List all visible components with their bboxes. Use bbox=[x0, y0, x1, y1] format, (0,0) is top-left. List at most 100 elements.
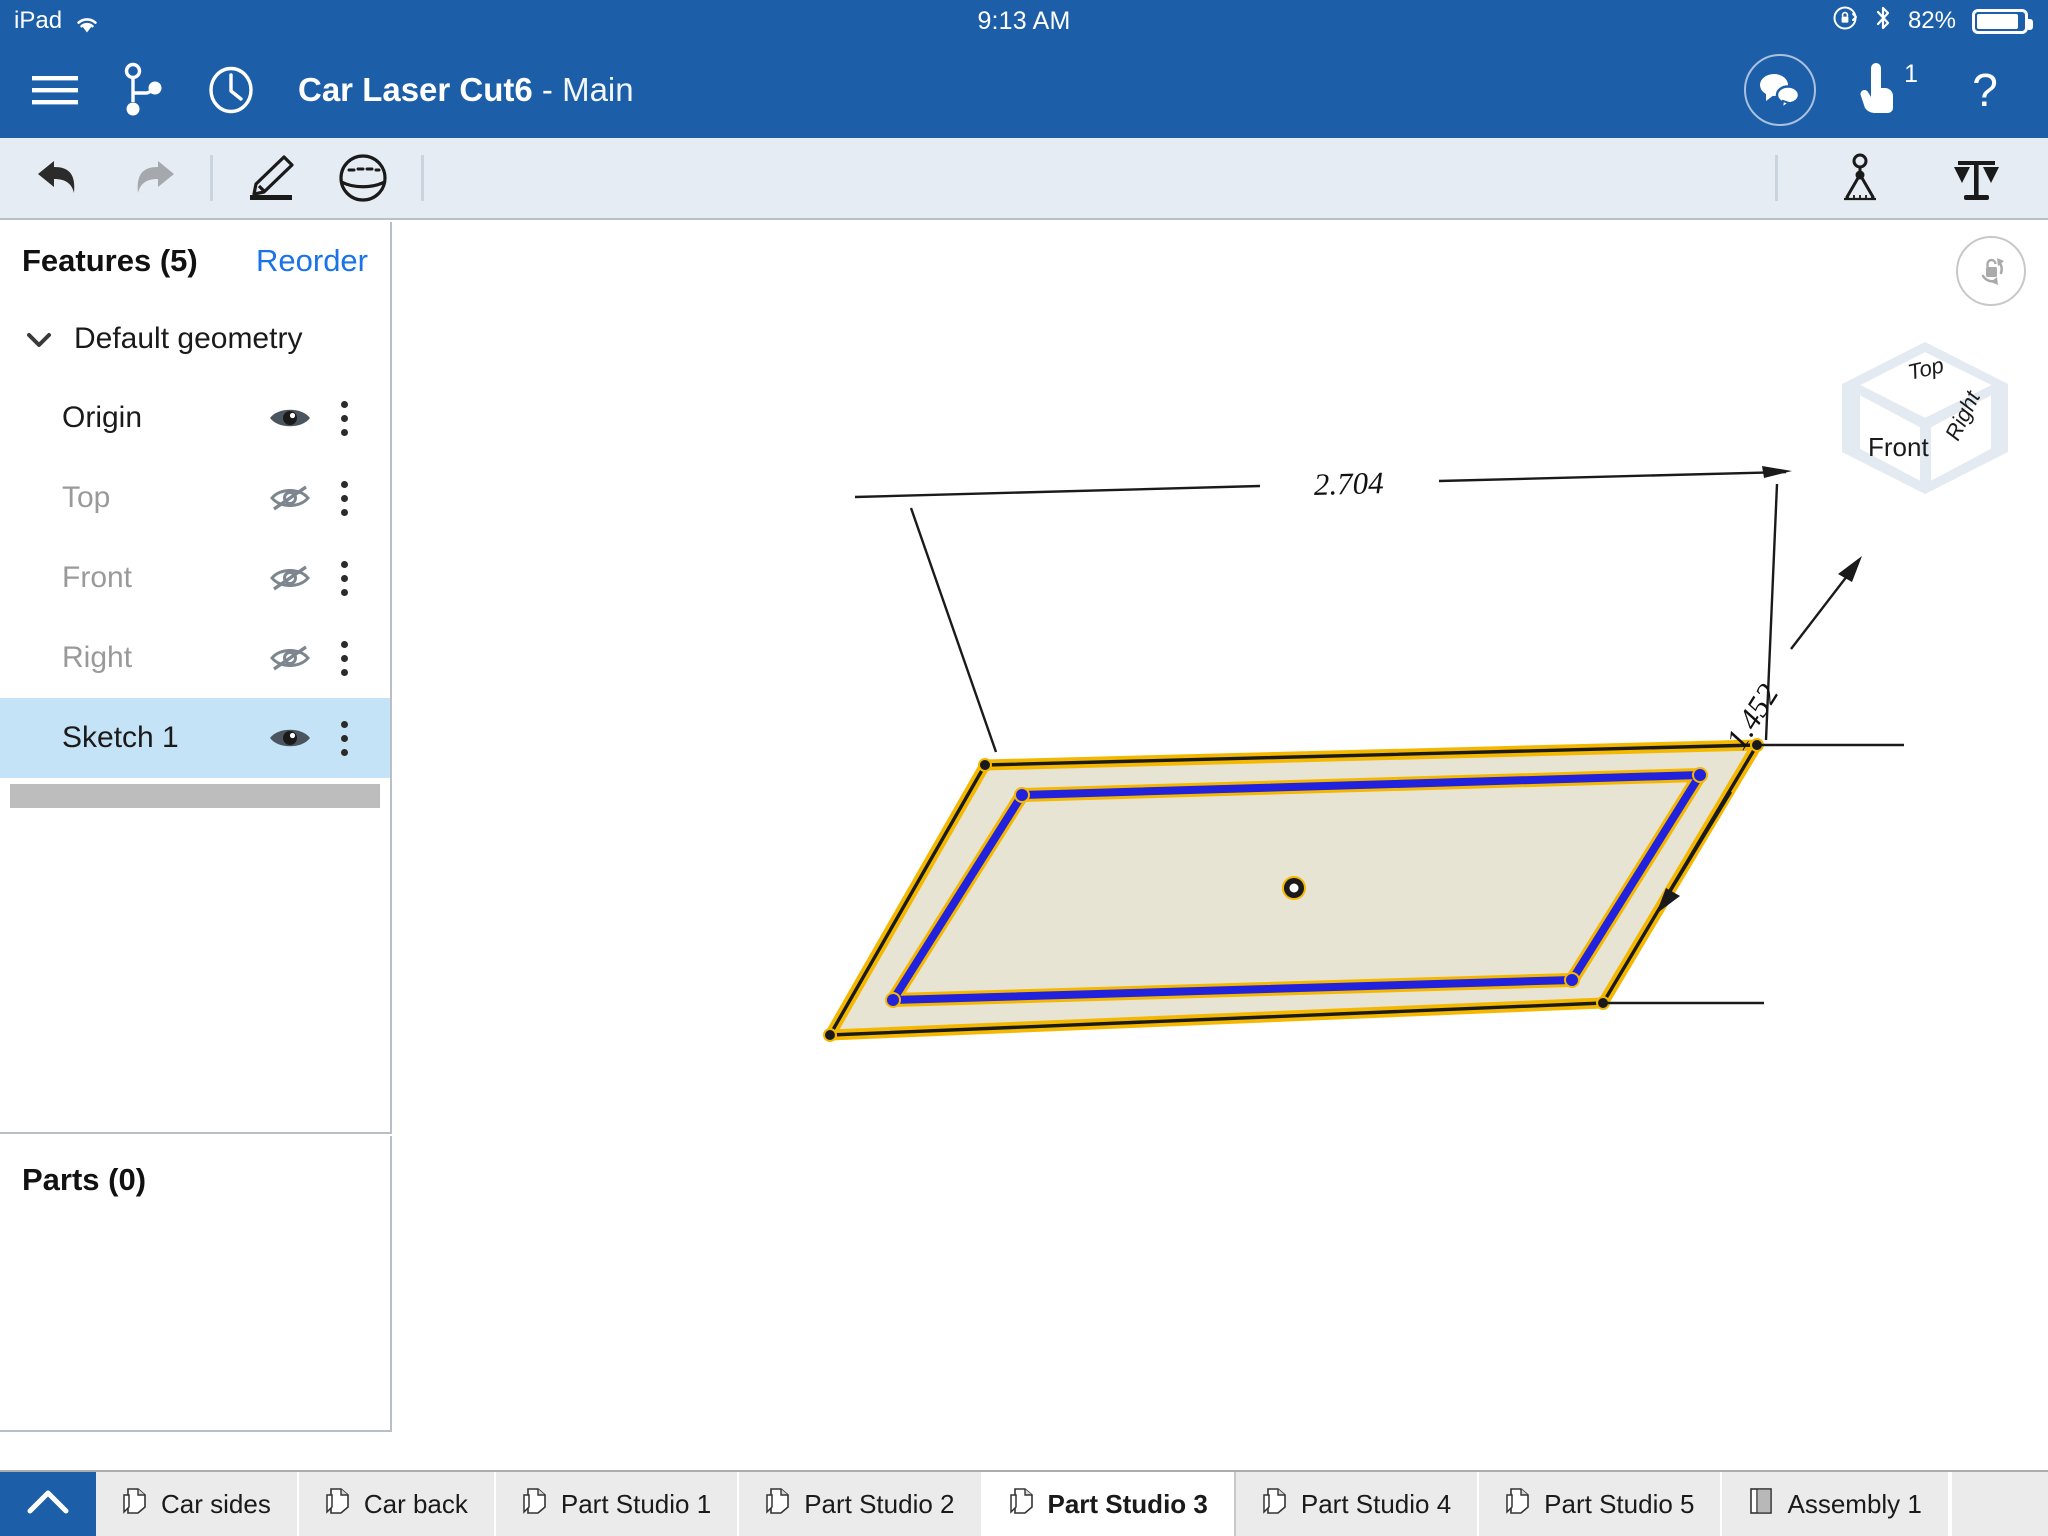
assembly-icon bbox=[1748, 1486, 1774, 1523]
balance-scale-icon[interactable] bbox=[1930, 137, 2022, 219]
eye-visible-icon[interactable] bbox=[264, 723, 316, 753]
tab-part-studio-1[interactable]: Part Studio 1 bbox=[495, 1472, 740, 1536]
hand-pointer-icon bbox=[1858, 62, 1902, 119]
tab-bar-filler bbox=[1949, 1472, 2048, 1536]
eye-hidden-icon[interactable] bbox=[264, 643, 316, 673]
chevron-down-icon bbox=[26, 332, 51, 347]
feature-label: Sketch 1 bbox=[62, 721, 179, 754]
status-bar-right: 82% bbox=[1832, 4, 2033, 39]
tab-label: Part Studio 1 bbox=[560, 1488, 712, 1519]
feature-row-front[interactable]: Front bbox=[0, 538, 390, 618]
kebab-menu-icon[interactable] bbox=[316, 480, 372, 516]
tab-car-back[interactable]: Car back bbox=[298, 1472, 496, 1536]
workspace-name: Main bbox=[562, 71, 634, 108]
tab-label: Assembly 1 bbox=[1787, 1488, 1922, 1519]
view-rotation-lock-button[interactable] bbox=[1956, 236, 2026, 306]
default-geometry-group[interactable]: Default geometry bbox=[0, 300, 390, 378]
document-title[interactable]: Car Laser Cut6 - Main bbox=[298, 71, 634, 109]
eye-hidden-icon[interactable] bbox=[264, 563, 316, 593]
toolbar-divider-3 bbox=[1775, 155, 1778, 201]
follow-mode-button[interactable]: 1 bbox=[1846, 54, 1918, 126]
features-panel-title: Features (5) bbox=[22, 243, 198, 278]
onshape-app-window: iPad 9:13 AM 82% Car Laser Cut6 - Main 1… bbox=[0, 0, 2048, 1536]
default-geometry-label: Default geometry bbox=[74, 322, 303, 355]
dimension-value-horizontal: 2.704 bbox=[1313, 465, 1384, 502]
feature-label: Top bbox=[62, 481, 111, 514]
part-studio-icon bbox=[1505, 1486, 1531, 1523]
sketch-pencil-icon[interactable] bbox=[225, 137, 317, 219]
eye-visible-icon[interactable] bbox=[264, 403, 316, 433]
tab-bar-expand-button[interactable] bbox=[0, 1472, 96, 1536]
hamburger-menu-icon[interactable] bbox=[14, 49, 96, 131]
parts-panel: Parts (0) bbox=[0, 1136, 392, 1432]
tab-label: Part Studio 2 bbox=[804, 1488, 955, 1519]
document-title-bar: Car Laser Cut6 - Main 1 ? bbox=[0, 42, 2048, 138]
title-bar-right-icons: 1 ? bbox=[1744, 49, 2026, 131]
tab-car-sides[interactable]: Car sides bbox=[96, 1472, 299, 1536]
compass-measure-icon[interactable] bbox=[1814, 137, 1906, 219]
kebab-menu-icon[interactable] bbox=[316, 720, 372, 756]
toolbar-right-group bbox=[1763, 137, 2022, 219]
view-cube-label-front: Front bbox=[1868, 432, 1929, 462]
sketch-graphics: 2.704 1.452 bbox=[823, 465, 1904, 1042]
battery-icon bbox=[1972, 8, 2033, 34]
feature-label: Front bbox=[62, 561, 133, 594]
feature-row-right[interactable]: Right bbox=[0, 618, 390, 698]
help-question-icon[interactable]: ? bbox=[1944, 49, 2026, 131]
branch-version-icon[interactable] bbox=[102, 49, 184, 131]
sketch-origin-point[interactable] bbox=[1282, 876, 1306, 900]
redo-arrow-icon bbox=[106, 137, 198, 219]
part-studio-icon bbox=[1009, 1486, 1035, 1523]
tab-label: Part Studio 4 bbox=[1300, 1488, 1452, 1519]
view-cube[interactable]: Top Front Right bbox=[1830, 332, 2020, 502]
kebab-menu-icon[interactable] bbox=[316, 560, 372, 596]
comments-icon[interactable] bbox=[1744, 54, 1816, 126]
sphere-surface-icon[interactable] bbox=[317, 137, 409, 219]
tab-assembly-1[interactable]: Assembly 1 bbox=[1722, 1472, 1950, 1536]
tab-label: Part Studio 3 bbox=[1047, 1488, 1208, 1519]
3d-viewport[interactable]: 2.704 1.452 Top Front Right bbox=[394, 222, 2048, 1470]
follow-count-badge: 1 bbox=[1904, 60, 1918, 88]
part-studio-icon bbox=[1262, 1486, 1288, 1523]
tab-label: Part Studio 5 bbox=[1544, 1488, 1695, 1519]
rotation-lock-view-icon bbox=[1969, 247, 2013, 296]
tab-label: Car sides bbox=[161, 1488, 271, 1519]
undo-arrow-icon[interactable] bbox=[14, 137, 106, 219]
parts-panel-title: Parts (0) bbox=[22, 1162, 147, 1197]
tab-part-studio-5[interactable]: Part Studio 5 bbox=[1479, 1472, 1723, 1536]
dimension-horizontal[interactable]: 2.704 bbox=[854, 465, 1792, 753]
toolbar-divider-2 bbox=[421, 155, 424, 201]
features-panel: Features (5) Reorder Default geometry Or… bbox=[0, 222, 392, 1134]
feature-row-origin[interactable]: Origin bbox=[0, 378, 390, 458]
status-bar-clock: 9:13 AM bbox=[977, 6, 1071, 35]
part-studio-icon bbox=[522, 1486, 548, 1523]
tab-part-studio-2[interactable]: Part Studio 2 bbox=[739, 1472, 983, 1536]
battery-percentage: 82% bbox=[1907, 7, 1956, 34]
part-studio-icon bbox=[765, 1486, 791, 1523]
feature-row-sketch-1[interactable]: Sketch 1 bbox=[0, 698, 390, 778]
reorder-button[interactable]: Reorder bbox=[256, 243, 368, 279]
kebab-menu-icon[interactable] bbox=[316, 640, 372, 676]
history-clock-icon[interactable] bbox=[190, 49, 272, 131]
feature-label: Right bbox=[62, 641, 133, 674]
tab-label: Car back bbox=[363, 1488, 468, 1519]
feature-label: Origin bbox=[62, 401, 143, 434]
chevron-up-icon bbox=[25, 1487, 71, 1522]
title-separator: - bbox=[532, 71, 563, 108]
title-bar-left-icons: Car Laser Cut6 - Main bbox=[0, 49, 634, 131]
eye-hidden-icon[interactable] bbox=[264, 483, 316, 513]
feature-row-top[interactable]: Top bbox=[0, 458, 390, 538]
tab-part-studio-4[interactable]: Part Studio 4 bbox=[1235, 1472, 1480, 1536]
features-panel-header: Features (5) Reorder bbox=[0, 222, 390, 300]
kebab-menu-icon[interactable] bbox=[316, 400, 372, 436]
part-studio-icon bbox=[325, 1486, 351, 1523]
rotation-lock-icon bbox=[1832, 5, 1858, 38]
bluetooth-icon bbox=[1874, 4, 1892, 39]
tab-part-studio-3[interactable]: Part Studio 3 bbox=[982, 1472, 1236, 1536]
part-studio-icon bbox=[122, 1486, 148, 1523]
feature-toolbar bbox=[0, 138, 2048, 220]
document-name: Car Laser Cut6 bbox=[298, 71, 533, 108]
document-tab-bar: Car sides Car back Part Studio 1 Part St… bbox=[0, 1470, 2048, 1536]
toolbar-divider bbox=[210, 155, 213, 201]
rollback-bar[interactable] bbox=[10, 784, 380, 808]
